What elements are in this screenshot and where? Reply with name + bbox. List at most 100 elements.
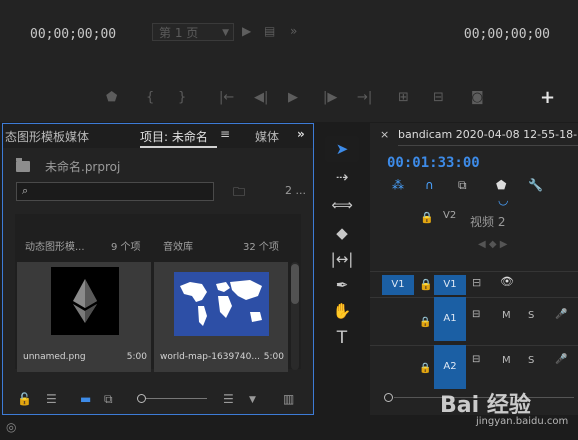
chevron-down-icon[interactable]: ▼ [249, 395, 256, 405]
close-icon[interactable]: × [380, 128, 389, 141]
extract-button[interactable]: ⊟ [433, 90, 444, 105]
lift-button[interactable]: ⊞ [398, 90, 409, 105]
tab-menu-icon[interactable]: ≡ [220, 127, 230, 141]
camera-icon[interactable]: ◙ [471, 90, 484, 105]
timeline-panel: × bandicam 2020-04-08 12-55-18-158 00:01… [370, 123, 578, 415]
track-divider [370, 345, 578, 346]
clip-card[interactable]: unnamed.png 5:00 [17, 262, 151, 372]
step-forward-button[interactable]: |▶ [323, 90, 337, 105]
chevron-down-icon: ▼ [222, 28, 229, 38]
keyframe-nav[interactable]: ◀ ◆ ▶ [478, 239, 507, 250]
type-tool-icon[interactable]: T [325, 328, 359, 348]
solo-button[interactable]: S [528, 310, 534, 321]
zoom-slider-handle[interactable] [137, 394, 146, 403]
lock-icon[interactable]: 🔒 [419, 363, 431, 374]
timeline-timecode[interactable]: 00:01:33:00 [387, 155, 480, 171]
source-patch-v1[interactable]: V1 [382, 275, 414, 295]
playhead-timecode[interactable]: 00;00;00;00 [30, 27, 116, 42]
go-to-in-button[interactable]: |← [219, 90, 234, 105]
export-frame-icon[interactable]: ▤ [264, 24, 275, 38]
zoom-slider[interactable] [141, 398, 207, 399]
slip-tool-icon[interactable]: |↔| [325, 250, 359, 268]
eye-icon[interactable]: 👁 [500, 275, 514, 288]
fast-forward-icon[interactable]: » [290, 24, 297, 38]
mark-in-button[interactable]: { [146, 90, 154, 105]
more-tabs-icon[interactable]: » [297, 127, 305, 141]
go-to-out-button[interactable]: →| [357, 90, 372, 105]
clip-thumbnail [174, 272, 269, 336]
tab-essential-graphics[interactable]: 态图形模板媒体 [5, 128, 89, 145]
world-map-icon [180, 280, 262, 326]
track-target-a1[interactable]: A1 [434, 297, 466, 341]
tools-panel: ➤ ⇢ ⟺ ◆ |↔| ✒ ✋ T [325, 136, 359, 358]
selection-tool-icon[interactable]: ➤ [325, 136, 359, 162]
pen-tool-icon[interactable]: ✒ [325, 276, 359, 294]
bin-name[interactable]: 动态图形模... [25, 238, 85, 253]
sync-lock-icon[interactable]: ⊟ [472, 276, 481, 289]
bin-count: 9 个项 [111, 242, 141, 253]
search-input[interactable]: ⌕ [16, 182, 214, 201]
timeline-zoom-handle[interactable] [384, 393, 393, 402]
render-status-icon: ◎ [6, 420, 17, 434]
clip-card[interactable]: world-map-1639740... 5:00 [154, 262, 288, 372]
icon-view-icon[interactable]: ▬ [80, 392, 91, 406]
tab-project[interactable]: 项目: 未命名 [140, 128, 208, 145]
track-divider [370, 271, 578, 272]
microphone-icon[interactable]: 🎤 [555, 309, 567, 320]
hand-tool-icon[interactable]: ✋ [325, 302, 359, 320]
scrollbar-thumb[interactable] [291, 264, 299, 304]
track-divider [370, 297, 578, 298]
lock-icon[interactable]: 🔒 [420, 211, 434, 224]
caption-icon[interactable]: ◡ [498, 193, 508, 207]
nest-icon[interactable]: ⁂ [392, 178, 404, 192]
project-filename: 未命名.prproj [45, 160, 121, 174]
razor-tool-icon[interactable]: ◆ [325, 224, 359, 242]
watermark-brand: Bai 经验 [440, 393, 531, 418]
clip-duration: 5:00 [263, 352, 284, 362]
track-target-a2[interactable]: A2 [434, 345, 466, 389]
freeform-view-icon[interactable]: ⧉ [104, 392, 113, 407]
project-panel: 态图形模板媒体 项目: 未命名 ≡ 媒体 » 未命名.prproj ⌕ 🗀 2 … [2, 123, 314, 415]
track-name: 视频 2 [470, 215, 506, 229]
mark-out-button[interactable]: } [178, 90, 186, 105]
automate-to-sequence-icon[interactable]: ▥ [283, 392, 294, 406]
sync-lock-icon[interactable]: ⊟ [472, 309, 480, 320]
clip-duration: 5:00 [126, 352, 147, 362]
search-icon: ⌕ [22, 184, 29, 197]
track-select-tool-icon[interactable]: ⇢ [325, 168, 359, 186]
bin-count: 32 个项 [243, 242, 279, 253]
watermark-url: jingyan.baidu.com [476, 416, 569, 427]
lock-icon[interactable]: 🔒 [419, 317, 431, 328]
bin-name[interactable]: 音效库 [163, 238, 193, 253]
step-back-button[interactable]: ◀| [254, 90, 268, 105]
item-count: 2 ... [285, 184, 306, 197]
add-marker-button[interactable]: ⬟ [106, 90, 117, 105]
page-select-value: 第 1 页 [159, 26, 199, 40]
new-search-bin-icon[interactable]: 🗀 [233, 183, 245, 204]
sync-lock-icon[interactable]: ⊟ [472, 354, 480, 365]
page-select[interactable]: 第 1 页 ▼ [152, 23, 234, 41]
linked-selection-icon[interactable]: ⧉ [458, 178, 467, 193]
clip-name: world-map-1639740... [160, 352, 260, 362]
duration-timecode: 00;00;00;00 [463, 27, 550, 42]
sort-icon[interactable]: ☰ [223, 392, 234, 406]
microphone-icon[interactable]: 🎤 [555, 354, 567, 365]
clip-thumbnail [51, 267, 119, 335]
solo-button[interactable]: S [528, 355, 534, 366]
track-target-v1[interactable]: V1 [434, 275, 466, 295]
tab-media-browser[interactable]: 媒体 [255, 128, 279, 145]
add-button[interactable]: + [540, 87, 555, 108]
lock-icon[interactable]: 🔓 [17, 392, 32, 406]
snap-magnet-icon[interactable]: ∩ [425, 178, 434, 192]
list-view-icon[interactable]: ☰ [46, 392, 57, 406]
mute-button[interactable]: M [502, 310, 511, 321]
ripple-edit-tool-icon[interactable]: ⟺ [325, 196, 359, 214]
sequence-tab[interactable]: bandicam 2020-04-08 12-55-18-158 [398, 128, 578, 141]
play-icon[interactable]: ▶ [242, 24, 251, 38]
lock-icon[interactable]: 🔒 [419, 278, 433, 291]
add-marker-icon[interactable]: ⬟ [496, 178, 506, 192]
program-monitor: 00;00;00;00 第 1 页 ▼ ▶ ▤ » 00;00;00;00 ⬟ … [0, 0, 578, 122]
mute-button[interactable]: M [502, 355, 511, 366]
play-button[interactable]: ▶ [288, 90, 298, 105]
wrench-icon[interactable]: 🔧 [528, 178, 543, 192]
